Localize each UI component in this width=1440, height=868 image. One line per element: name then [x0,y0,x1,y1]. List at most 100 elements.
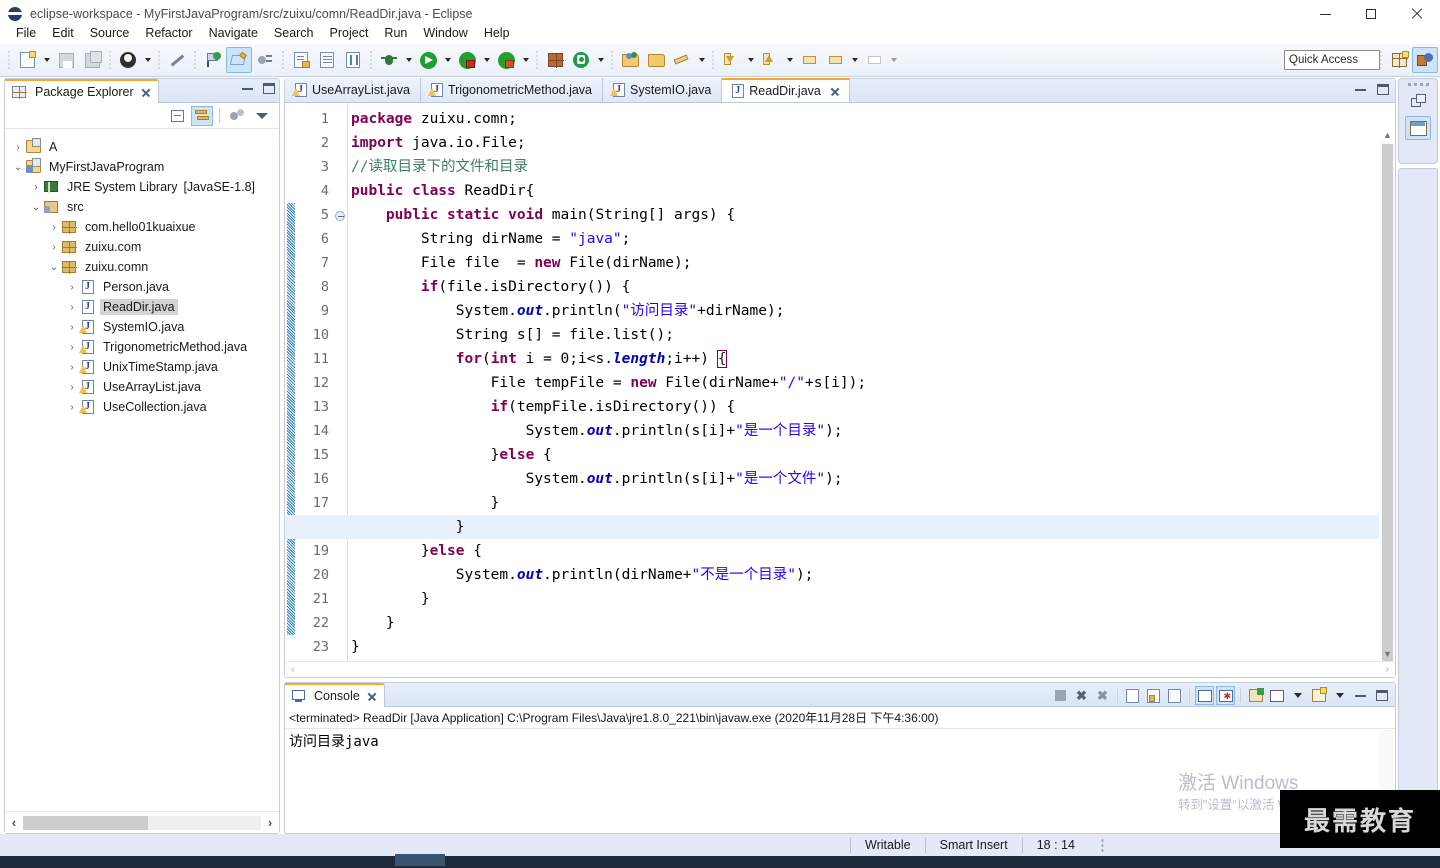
open-perspective-icon[interactable] [1386,47,1412,73]
chevron-right-icon[interactable]: › [65,282,79,293]
edit-highlight-icon[interactable] [226,47,252,73]
source-code[interactable]: package zuixu.comn; import java.io.File; /… [285,107,1379,677]
code-line[interactable]: File file = new File(dirName); [351,251,1379,275]
scroll-up-button[interactable]: ▲ [1380,127,1395,142]
editor-tab[interactable]: TrigonometricMethod.java [420,78,603,102]
tree-item[interactable]: ⌄ zuixu.comn [5,257,279,277]
open-perspective-icon[interactable] [1405,89,1431,113]
code-folding-ruler[interactable] [333,103,347,677]
show-console-on-error-icon[interactable]: ✱ [1216,686,1235,705]
code-line[interactable]: package zuixu.comn; [351,107,1379,131]
code-line[interactable]: System.out.println(s[i]+"是一个目录"); [351,419,1379,443]
tree-item[interactable]: › JRE System Library [JavaSE-1.8] [5,177,279,197]
open-console-icon[interactable] [1309,686,1328,705]
scroll-thumb[interactable] [23,815,148,830]
code-line[interactable]: File tempFile = new File(dirName+"/"+s[i… [351,371,1379,395]
scroll-down-button[interactable]: ▼ [1380,646,1395,661]
code-line[interactable]: String s[] = file.list(); [351,323,1379,347]
java-perspective-icon[interactable] [1412,47,1438,73]
chevron-right-icon[interactable]: › [65,362,79,373]
tree-item[interactable]: › UseCollection.java [5,397,279,417]
toggle-markoccurrences-icon[interactable] [340,47,366,73]
status-drag-handle[interactable] [1100,837,1104,853]
run-external-chevron-icon[interactable] [480,47,493,73]
open-type-icon[interactable] [288,47,314,73]
tree-item[interactable]: › UnixTimeStamp.java [5,357,279,377]
skip-breakpoints-icon[interactable] [164,47,190,73]
minimize-icon[interactable] [1351,686,1370,705]
editor-vscrollbar[interactable]: ▲ ▼ [1380,127,1395,664]
new-wizard-icon[interactable] [14,47,40,73]
package-explorer-hscrollbar[interactable]: ‹ › [5,811,279,833]
code-line[interactable]: public static void main(String[] args) { [351,203,1379,227]
coverage-chevron-icon[interactable] [519,47,532,73]
taskbar-item[interactable] [395,854,445,866]
editor-tab[interactable]: ReadDir.java [722,78,850,102]
code-line[interactable]: } [351,635,1379,659]
run-external-tools-icon[interactable] [454,47,480,73]
quick-access-input[interactable]: Quick Access [1284,50,1380,70]
menu-item-window[interactable]: Window [415,24,475,42]
open-resource-icon[interactable] [643,47,669,73]
remove-launch-icon[interactable]: ✖ [1072,686,1091,705]
chevron-down-icon[interactable]: ⌄ [47,262,61,273]
terminate-icon[interactable] [1051,686,1070,705]
minimize-icon[interactable] [242,87,253,90]
code-line[interactable]: System.out.println(s[i]+"是一个文件"); [351,467,1379,491]
maximize-icon[interactable] [1377,84,1389,95]
code-line[interactable]: System.out.println("访问目录"+dirName); [351,299,1379,323]
code-line[interactable]: } [285,515,1379,539]
scroll-lock-icon[interactable] [1144,686,1163,705]
profile-chevron-icon[interactable] [141,47,154,73]
chevron-right-icon[interactable]: › [47,222,61,233]
chevron-right-icon[interactable]: › [11,142,25,153]
run-chevron-icon[interactable] [441,47,454,73]
previous-member-icon[interactable] [757,47,783,73]
new-java-class-icon[interactable] [568,47,594,73]
tree-item[interactable]: › ReadDir.java [5,297,279,317]
editor-tab[interactable]: UseArrayList.java [285,78,421,102]
chevron-right-icon[interactable]: › [47,242,61,253]
code-line[interactable]: }else { [351,539,1379,563]
chevron-right-icon[interactable]: › [65,302,79,313]
back-icon[interactable] [822,47,848,73]
next-member-chevron-icon[interactable] [744,47,757,73]
next-member-icon[interactable] [718,47,744,73]
code-line[interactable]: String dirName = "java"; [351,227,1379,251]
search-chevron-icon[interactable] [695,47,708,73]
menu-item-edit[interactable]: Edit [44,24,82,42]
next-annotation-icon[interactable] [252,47,278,73]
perspective-drag-handle[interactable] [1399,79,1437,86]
chevron-right-icon[interactable]: › [65,322,79,333]
tree-item[interactable]: › SystemIO.java [5,317,279,337]
editor-tab[interactable]: SystemIO.java [603,78,723,102]
view-chevron-icon[interactable] [251,106,273,126]
tree-item[interactable]: › TrigonometricMethod.java [5,337,279,357]
debug-chevron-icon[interactable] [402,47,415,73]
search-icon[interactable] [669,47,695,73]
menu-item-run[interactable]: Run [376,24,415,42]
close-icon[interactable] [141,88,150,97]
back-chevron-icon[interactable] [848,47,861,73]
chevron-down-icon[interactable]: ⌄ [29,202,43,213]
word-wrap-icon[interactable] [1165,686,1184,705]
debug-icon[interactable] [376,47,402,73]
maximize-icon[interactable] [263,83,275,94]
new-java-class-chevron-icon[interactable] [594,47,607,73]
tab-console[interactable]: Console [285,683,385,707]
new-wizard-chevron-icon[interactable] [40,47,53,73]
chevron-right-icon[interactable]: › [65,402,79,413]
menu-item-refactor[interactable]: Refactor [137,24,200,42]
scroll-left-button[interactable]: ‹ [291,664,295,676]
console-output[interactable]: 访问目录java [289,731,1377,829]
scroll-track[interactable] [1380,142,1395,664]
code-line[interactable]: //读取目录下的文件和目录 [351,155,1379,179]
new-java-package-icon[interactable] [542,47,568,73]
tree-item[interactable]: › zuixu.com [5,237,279,257]
tree-item[interactable]: ⌄ src [5,197,279,217]
remove-all-terminated-icon[interactable]: ✖ [1093,686,1112,705]
view-menu-icon[interactable] [226,106,248,126]
scroll-right-button[interactable]: › [1385,664,1389,676]
run-icon[interactable] [415,47,441,73]
code-line[interactable]: } [351,491,1379,515]
